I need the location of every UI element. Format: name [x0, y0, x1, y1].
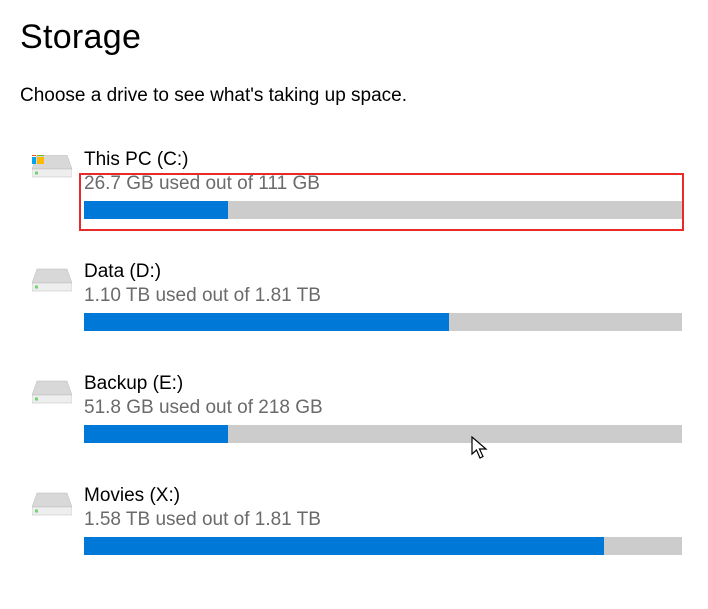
drive-name: Movies (X:): [84, 485, 682, 507]
drive-icon: [32, 491, 72, 524]
system-drive-icon: [32, 155, 72, 188]
page-title: Storage: [20, 18, 688, 57]
drive-usage-text: 51.8 GB used out of 218 GB: [84, 397, 682, 419]
drive-usage-bar: [84, 313, 682, 331]
drive-usage-bar-fill: [84, 313, 449, 331]
drive-usage-bar: [84, 201, 682, 219]
drive-usage-bar: [84, 537, 682, 555]
drive-item-c[interactable]: This PC (C:) 26.7 GB used out of 111 GB: [20, 149, 688, 219]
drive-icon: [32, 379, 72, 412]
drive-usage-bar-fill: [84, 425, 228, 443]
drive-icon: [32, 267, 72, 300]
drive-usage-text: 1.10 TB used out of 1.81 TB: [84, 285, 682, 307]
drive-name: This PC (C:): [84, 149, 682, 171]
drive-name: Data (D:): [84, 261, 682, 283]
drive-item-x[interactable]: Movies (X:) 1.58 TB used out of 1.81 TB: [20, 485, 688, 555]
drive-item-e[interactable]: Backup (E:) 51.8 GB used out of 218 GB: [20, 373, 688, 443]
drive-name: Backup (E:): [84, 373, 682, 395]
drive-usage-bar: [84, 425, 682, 443]
drive-usage-text: 1.58 TB used out of 1.81 TB: [84, 509, 682, 531]
drive-usage-text: 26.7 GB used out of 111 GB: [84, 173, 682, 195]
drive-usage-bar-fill: [84, 201, 228, 219]
drive-usage-bar-fill: [84, 537, 604, 555]
page-subtitle: Choose a drive to see what's taking up s…: [20, 85, 688, 107]
drive-item-d[interactable]: Data (D:) 1.10 TB used out of 1.81 TB: [20, 261, 688, 331]
